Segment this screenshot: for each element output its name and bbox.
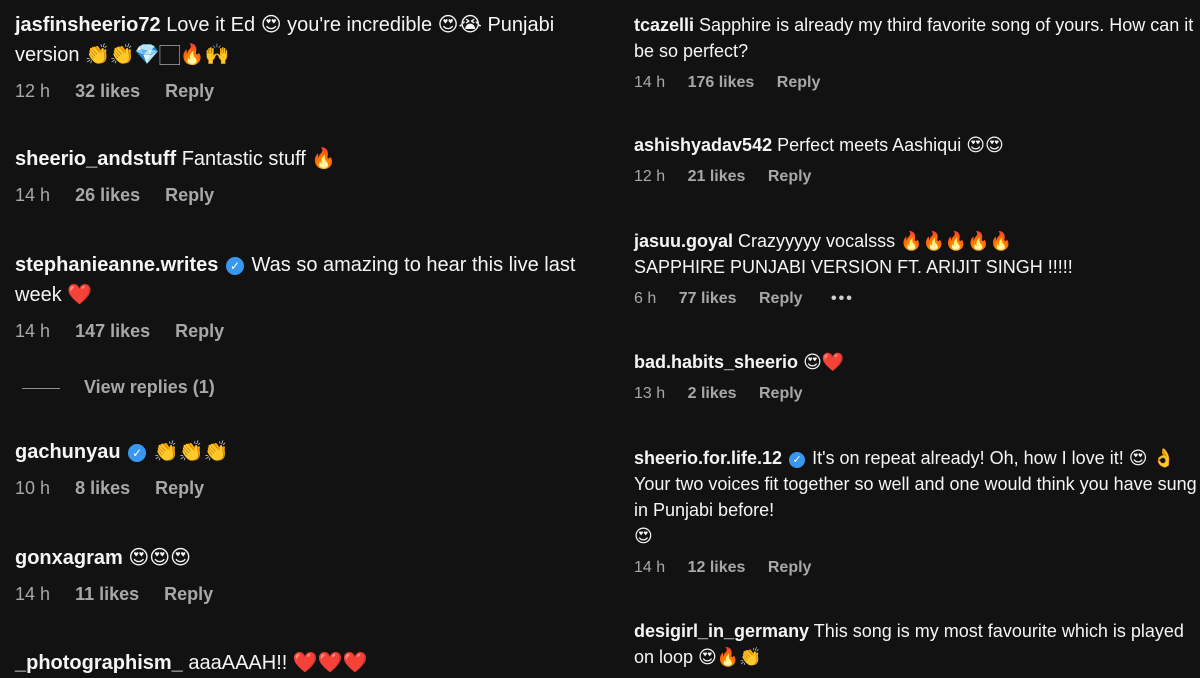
comment-meta: 14 h 147 likes Reply <box>15 320 620 342</box>
comment-body: bad.habits_sheerio 😍❤️ <box>634 349 1200 375</box>
comment-text: 👏👏👏 <box>153 441 229 463</box>
reply-button[interactable]: Reply <box>155 478 204 498</box>
comment-username[interactable]: desigirl_in_germany <box>634 621 809 641</box>
comment-item: sheerio_andstuff Fantastic stuff 🔥 14 h … <box>15 144 620 206</box>
comment-time[interactable]: 12 h <box>15 81 50 101</box>
comment-username[interactable]: jasuu.goyal <box>634 231 733 251</box>
comment-body: sheerio.for.life.12 ✓ It's on repeat alr… <box>634 445 1200 549</box>
comment-item: gachunyau ✓ 👏👏👏 10 h 8 likes Reply <box>15 437 620 499</box>
comment-item: desigirl_in_germany This song is my most… <box>634 618 1200 670</box>
comment-time[interactable]: 14 h <box>15 185 50 205</box>
comment-likes[interactable]: 12 likes <box>688 559 746 576</box>
verified-badge-icon: ✓ <box>128 444 147 462</box>
comment-likes[interactable]: 176 likes <box>688 74 755 91</box>
comment-username[interactable]: jasfinsheerio72 <box>15 14 161 36</box>
reply-button[interactable]: Reply <box>175 321 224 341</box>
comment-username[interactable]: gachunyau <box>15 441 121 463</box>
comments-column-right: tcazelli Sapphire is already my third fa… <box>620 0 1200 675</box>
comment-text: Perfect meets Aashiqui 😍😍 <box>777 135 1004 155</box>
comment-likes[interactable]: 8 likes <box>75 478 130 498</box>
comment-body: sheerio_andstuff Fantastic stuff 🔥 <box>15 144 620 174</box>
comment-meta: 12 h 21 likes Reply <box>634 166 1200 188</box>
comment-text: aaaAAAH!! ❤️❤️❤️ <box>188 652 368 674</box>
comment-time[interactable]: 6 h <box>634 290 656 307</box>
comment-meta: 14 h 26 likes Reply <box>15 184 620 206</box>
comment-text-line: 😍 <box>634 526 653 546</box>
comment-item: _photographism_ aaaAAAH!! ❤️❤️❤️ <box>15 648 620 678</box>
comment-meta: 13 h 2 likes Reply <box>634 383 1200 405</box>
comment-item: stephanieanne.writes ✓ Was so amazing to… <box>15 250 620 342</box>
comment-body: gonxagram 😍😍😍 <box>15 543 620 573</box>
comment-likes[interactable]: 21 likes <box>688 168 746 185</box>
comment-item: gonxagram 😍😍😍 14 h 11 likes Reply <box>15 543 620 605</box>
comment-item: sheerio.for.life.12 ✓ It's on repeat alr… <box>634 445 1200 579</box>
comment-text: Crazyyyyy vocalsss 🔥🔥🔥🔥🔥 <box>738 231 1013 251</box>
comment-body: gachunyau ✓ 👏👏👏 <box>15 437 620 467</box>
comment-username[interactable]: tcazelli <box>634 15 694 35</box>
verified-badge-icon: ✓ <box>789 452 806 468</box>
comment-item: ashishyadav542 Perfect meets Aashiqui 😍😍… <box>634 132 1200 188</box>
reply-button[interactable]: Reply <box>777 74 821 91</box>
comment-username[interactable]: gonxagram <box>15 547 123 569</box>
comment-meta: 10 h 8 likes Reply <box>15 477 620 499</box>
comment-time[interactable]: 14 h <box>634 559 665 576</box>
comment-username[interactable]: sheerio.for.life.12 <box>634 448 782 468</box>
comment-username[interactable]: sheerio_andstuff <box>15 148 176 170</box>
comment-body: jasuu.goyal Crazyyyyy vocalsss 🔥🔥🔥🔥🔥 SAP… <box>634 228 1200 280</box>
comment-username[interactable]: stephanieanne.writes <box>15 254 218 276</box>
comment-text-line: SAPPHIRE PUNJABI VERSION FT. ARIJIT SING… <box>634 257 1073 277</box>
comment-likes[interactable]: 147 likes <box>75 321 150 341</box>
comment-body: _photographism_ aaaAAAH!! ❤️❤️❤️ <box>15 648 620 678</box>
view-replies-button[interactable]: View replies (1) <box>22 376 215 398</box>
comment-item: jasuu.goyal Crazyyyyy vocalsss 🔥🔥🔥🔥🔥 SAP… <box>634 228 1200 310</box>
more-options-icon[interactable]: ••• <box>831 290 854 307</box>
comment-time[interactable]: 14 h <box>15 321 50 341</box>
comment-time[interactable]: 14 h <box>15 584 50 604</box>
comment-username[interactable]: _photographism_ <box>15 652 183 674</box>
comment-likes[interactable]: 32 likes <box>75 81 140 101</box>
reply-button[interactable]: Reply <box>164 584 213 604</box>
comment-body: jasfinsheerio72 Love it Ed 😍 you're incr… <box>15 10 620 70</box>
comment-text: Sapphire is already my third favorite so… <box>634 15 1194 61</box>
view-replies-divider <box>22 387 60 389</box>
reply-button[interactable]: Reply <box>759 290 803 307</box>
comment-meta: 14 h 176 likes Reply <box>634 72 1200 94</box>
comment-body: tcazelli Sapphire is already my third fa… <box>634 12 1200 64</box>
comments-column-left: jasfinsheerio72 Love it Ed 😍 you're incr… <box>0 0 620 675</box>
comment-likes[interactable]: 26 likes <box>75 185 140 205</box>
comment-username[interactable]: ashishyadav542 <box>634 135 772 155</box>
comment-meta: 6 h 77 likes Reply ••• <box>634 288 1200 310</box>
comment-body: desigirl_in_germany This song is my most… <box>634 618 1200 670</box>
comment-time[interactable]: 12 h <box>634 168 665 185</box>
comment-meta: 14 h 12 likes Reply <box>634 557 1200 579</box>
comment-text: 😍😍😍 <box>128 547 191 569</box>
comment-text: 😍❤️ <box>803 352 845 372</box>
reply-button[interactable]: Reply <box>768 168 812 185</box>
comment-time[interactable]: 14 h <box>634 74 665 91</box>
reply-button[interactable]: Reply <box>165 185 214 205</box>
reply-button[interactable]: Reply <box>165 81 214 101</box>
view-replies-label: View replies (1) <box>84 377 215 397</box>
comment-username[interactable]: bad.habits_sheerio <box>634 352 798 372</box>
reply-button[interactable]: Reply <box>768 559 812 576</box>
comment-body: stephanieanne.writes ✓ Was so amazing to… <box>15 250 620 310</box>
comment-item: bad.habits_sheerio 😍❤️ 13 h 2 likes Repl… <box>634 349 1200 405</box>
comment-body: ashishyadav542 Perfect meets Aashiqui 😍😍 <box>634 132 1200 158</box>
reply-button[interactable]: Reply <box>759 385 803 402</box>
comment-item: jasfinsheerio72 Love it Ed 😍 you're incr… <box>15 10 620 102</box>
comment-likes[interactable]: 2 likes <box>688 385 737 402</box>
comment-item: tcazelli Sapphire is already my third fa… <box>634 12 1200 94</box>
comment-time[interactable]: 13 h <box>634 385 665 402</box>
comment-likes[interactable]: 11 likes <box>75 584 139 604</box>
comment-meta: 12 h 32 likes Reply <box>15 80 620 102</box>
comment-meta: 14 h 11 likes Reply <box>15 583 620 605</box>
verified-badge-icon: ✓ <box>225 257 244 275</box>
comment-likes[interactable]: 77 likes <box>679 290 737 307</box>
comment-text: Fantastic stuff 🔥 <box>181 148 337 170</box>
comment-time[interactable]: 10 h <box>15 478 50 498</box>
